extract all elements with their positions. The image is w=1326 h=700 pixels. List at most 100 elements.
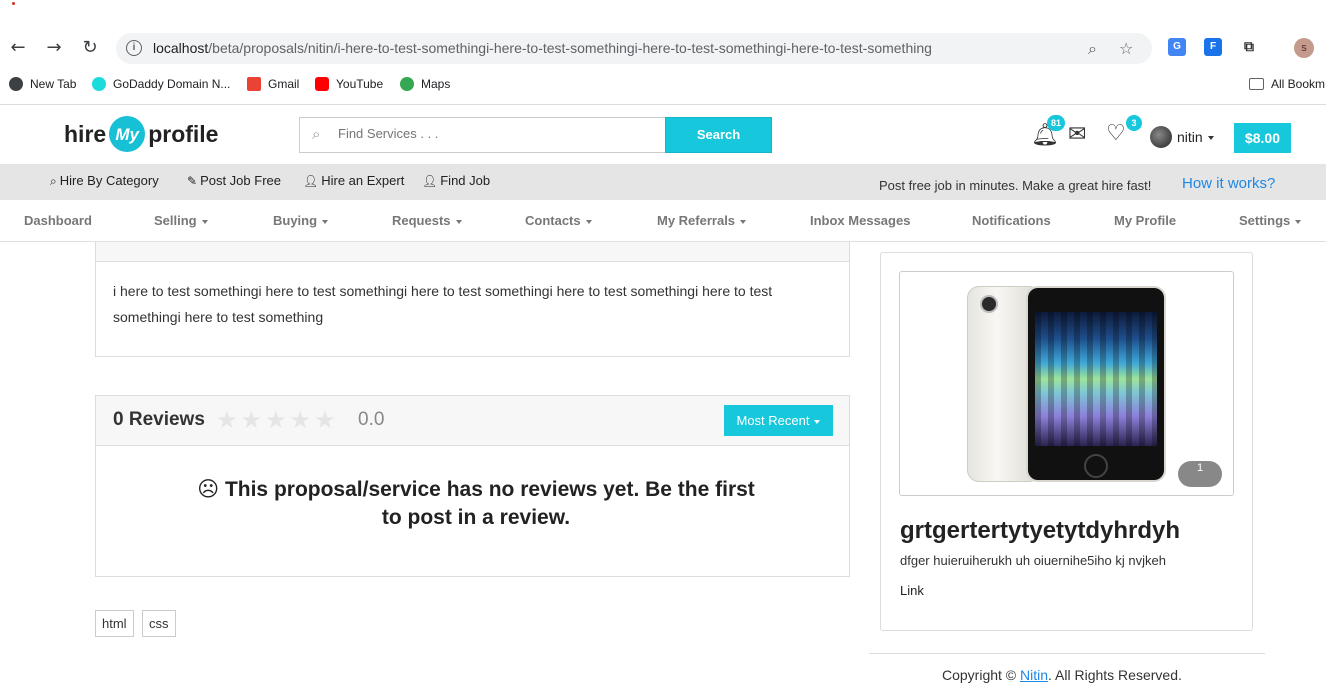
nav-selling[interactable]: Selling [154, 213, 208, 228]
heart-icon[interactable]: ♡ [1106, 121, 1126, 146]
site-logo[interactable]: hire My profile [64, 114, 218, 154]
nav-buying[interactable]: Buying [273, 213, 329, 228]
extensions-puzzle-icon[interactable]: ⧉ [1240, 38, 1258, 56]
nav-my-profile[interactable]: My Profile [1114, 213, 1176, 228]
phone-front-image [1026, 286, 1166, 482]
pencil-icon: ✎ [187, 174, 198, 188]
camera-lens [980, 295, 998, 313]
nav-label: Selling [154, 213, 197, 228]
nav-label: My Referrals [657, 213, 736, 228]
bookmark-label: Gmail [268, 77, 300, 91]
bookmark-gmail[interactable]: Gmail [247, 77, 299, 91]
footer-divider [869, 653, 1265, 654]
post-job-free-link[interactable]: ✎ Post Job Free [187, 173, 281, 188]
promo-text: Post free job in minutes. Make a great h… [879, 178, 1152, 193]
secondary-bar: ⌕ Hire By Category ✎ Post Job Free 👤︎ Hire … [0, 164, 1326, 200]
nav-contacts[interactable]: Contacts [525, 213, 592, 228]
url-host: localhost [153, 40, 209, 56]
bookmark-label: Maps [421, 77, 451, 91]
user-menu[interactable]: nitin [1177, 129, 1214, 145]
bookmark-label: New Tab [30, 77, 77, 91]
image-count-badge: 1 [1178, 461, 1222, 487]
bookmark-godaddy[interactable]: GoDaddy Domain N... [92, 77, 230, 91]
back-icon[interactable]: ← [7, 37, 29, 59]
sort-label: Most Recent [736, 413, 810, 428]
bookmark-maps[interactable]: Maps [400, 77, 450, 91]
bookmark-new-tab[interactable]: New Tab [9, 77, 76, 91]
chevron-down-icon [740, 219, 747, 224]
chevron-down-icon [201, 219, 208, 224]
proposal-description: i here to test somethingi here to test s… [113, 283, 773, 325]
search-field[interactable]: ⌕ [299, 117, 666, 153]
envelope-icon[interactable]: ✉ [1068, 122, 1086, 147]
tag-html[interactable]: html [95, 610, 134, 637]
nav-settings[interactable]: Settings [1239, 213, 1302, 228]
phone-screen [1035, 312, 1157, 446]
chevron-down-icon [1295, 219, 1302, 224]
browser-profile-avatar[interactable]: s [1294, 38, 1314, 58]
link-label: Hire By Category [59, 173, 159, 188]
phone-home-button [1084, 454, 1108, 478]
godaddy-icon [92, 77, 106, 91]
reviews-count: 0 Reviews [113, 409, 205, 430]
link-label: Find Job [440, 173, 491, 188]
rating-value: 0.0 [358, 409, 385, 430]
owner-link[interactable]: Nitin [1020, 667, 1048, 683]
nav-label: Buying [273, 213, 318, 228]
nav-notifications[interactable]: Notifications [972, 213, 1051, 228]
proposal-description-card: i here to test somethingi here to test s… [95, 242, 850, 357]
search-icon: ⌕ [312, 125, 321, 143]
chevron-down-icon [455, 219, 462, 224]
search-button[interactable]: Search [665, 117, 772, 153]
globe-icon [9, 77, 23, 91]
reload-icon[interactable]: ↻ [79, 37, 101, 59]
url-text[interactable]: localhost/beta/proposals/nitin/i-here-to… [153, 40, 932, 56]
bookmark-label: YouTube [336, 77, 384, 91]
nav-requests[interactable]: Requests [392, 213, 462, 228]
all-bookmarks[interactable]: All Bookm [1249, 77, 1325, 91]
description-card-header [96, 242, 849, 262]
how-it-works-link[interactable]: How it works? [1182, 175, 1275, 192]
search-icon: ⌕ [50, 174, 57, 188]
wallet-balance-button[interactable]: $8.00 [1234, 123, 1291, 153]
site-info-icon[interactable]: i [126, 40, 142, 56]
bookmark-youtube[interactable]: YouTube [315, 77, 383, 91]
tab-indicator [12, 2, 15, 5]
nav-my-referrals[interactable]: My Referrals [657, 213, 747, 228]
reviews-card: 0 Reviews ★★★★★ 0.0 Most Recent ☹ This p… [95, 395, 850, 577]
translate-extension-icon[interactable]: G [1168, 38, 1186, 56]
no-reviews-message: ☹ This proposal/service has no reviews y… [186, 475, 766, 532]
chevron-down-icon [1207, 136, 1214, 141]
sidebar-link[interactable]: Link [900, 583, 924, 598]
nav-label: Settings [1239, 213, 1291, 228]
find-job-link[interactable]: 👤︎ Find Job [422, 173, 490, 188]
chevron-down-icon [322, 219, 329, 224]
proposal-image[interactable]: 1 [899, 271, 1234, 496]
site-header: hire My profile ⌕ Search 🔔︎ 81 ✉ ♡ 3 nit… [0, 106, 1326, 164]
bookmark-star-icon[interactable]: ☆ [1119, 39, 1133, 58]
bookmark-label: GoDaddy Domain N... [113, 77, 231, 91]
hire-by-category-link[interactable]: ⌕ Hire By Category [50, 173, 159, 189]
user-name: nitin [1177, 129, 1203, 145]
notification-badge: 81 [1047, 115, 1066, 131]
nav-label: Contacts [525, 213, 581, 228]
forward-icon[interactable]: → [43, 37, 65, 59]
search-input[interactable] [338, 126, 638, 141]
hire-an-expert-link[interactable]: 👤︎ Hire an Expert [303, 173, 404, 188]
nav-inbox-messages[interactable]: Inbox Messages [810, 213, 910, 228]
sort-reviews-dropdown[interactable]: Most Recent [724, 405, 833, 436]
zoom-icon[interactable]: ⌕ [1088, 39, 1097, 59]
url-path: /beta/proposals/nitin/i-here-to-test-som… [208, 40, 932, 56]
copyright: Copyright © Nitin. All Rights Reserved. [942, 667, 1182, 683]
rating-stars: ★★★★★ [216, 406, 339, 434]
tag-css[interactable]: css [142, 610, 176, 637]
address-bar[interactable]: i localhost/beta/proposals/nitin/i-here-… [116, 33, 1152, 64]
folder-icon [1249, 78, 1264, 90]
extension-icon[interactable]: F [1204, 38, 1222, 56]
nav-label: Requests [392, 213, 451, 228]
user-avatar[interactable] [1150, 126, 1172, 148]
nav-dashboard[interactable]: Dashboard [24, 213, 92, 228]
youtube-icon [315, 77, 329, 91]
all-bookmarks-label: All Bookm [1271, 77, 1326, 91]
favorites-badge: 3 [1126, 115, 1142, 131]
